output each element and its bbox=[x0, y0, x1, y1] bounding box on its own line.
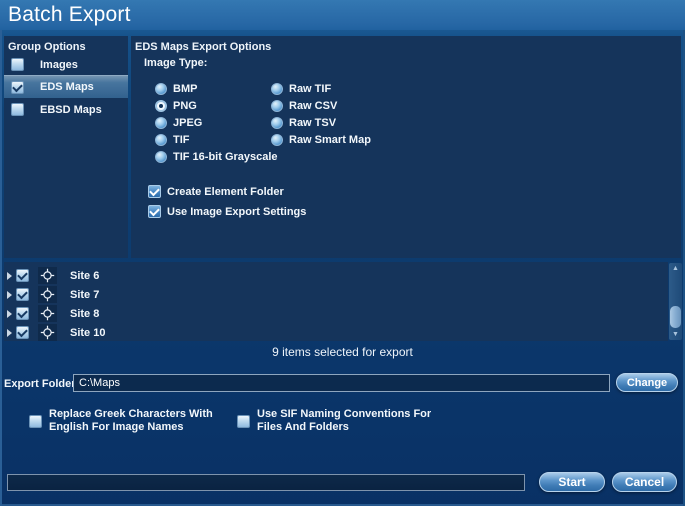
eds-maps-checkbox[interactable] bbox=[11, 81, 24, 94]
crosshair-icon bbox=[38, 267, 57, 284]
use-image-export-settings-option[interactable]: Use Image Export Settings bbox=[148, 205, 306, 218]
site-row-7[interactable]: Site 7 bbox=[4, 285, 668, 304]
site-label: Site 7 bbox=[70, 289, 99, 301]
expand-arrow-icon[interactable] bbox=[7, 291, 12, 299]
radio-option-tif16[interactable]: TIF 16-bit Grayscale bbox=[155, 150, 278, 164]
site-label: Site 10 bbox=[70, 327, 105, 339]
group-options-panel: Group Options Images EDS Maps EBSD Maps bbox=[4, 36, 128, 258]
radio-option-raw-tsv[interactable]: Raw TSV bbox=[271, 116, 336, 130]
png-radio[interactable] bbox=[155, 100, 167, 112]
jpeg-radio[interactable] bbox=[155, 117, 167, 129]
use-image-export-settings-checkbox[interactable] bbox=[148, 205, 161, 218]
crosshair-icon bbox=[38, 286, 57, 303]
cancel-button[interactable]: Cancel bbox=[612, 472, 677, 492]
radio-option-png[interactable]: PNG bbox=[155, 99, 197, 113]
group-item-ebsd-maps[interactable]: EBSD Maps bbox=[4, 98, 128, 121]
eds-export-options-panel: EDS Maps Export Options Image Type: BMP … bbox=[131, 36, 681, 258]
scroll-down-icon[interactable]: ▼ bbox=[669, 330, 682, 339]
radio-option-jpeg[interactable]: JPEG bbox=[155, 116, 202, 130]
raw-smart-map-radio[interactable] bbox=[271, 134, 283, 146]
radio-option-raw-smart-map[interactable]: Raw Smart Map bbox=[271, 133, 371, 147]
change-folder-button[interactable]: Change bbox=[616, 373, 678, 392]
group-item-label: EBSD Maps bbox=[40, 104, 102, 116]
raw-tsv-radio[interactable] bbox=[271, 117, 283, 129]
raw-csv-radio[interactable] bbox=[271, 100, 283, 112]
group-options-header: Group Options bbox=[8, 41, 86, 53]
image-type-label: Image Type: bbox=[144, 57, 207, 69]
radio-option-bmp[interactable]: BMP bbox=[155, 82, 197, 96]
radio-option-raw-tif[interactable]: Raw TIF bbox=[271, 82, 331, 96]
checkbox-label: Use Image Export Settings bbox=[167, 206, 306, 218]
radio-label: JPEG bbox=[173, 117, 202, 129]
radio-label: Raw CSV bbox=[289, 100, 337, 112]
scrollbar-thumb[interactable] bbox=[670, 306, 681, 328]
scroll-up-icon[interactable]: ▲ bbox=[669, 264, 682, 273]
radio-option-raw-csv[interactable]: Raw CSV bbox=[271, 99, 337, 113]
export-progress-bar bbox=[7, 474, 525, 491]
site-7-checkbox[interactable] bbox=[16, 288, 29, 301]
create-element-folder-checkbox[interactable] bbox=[148, 185, 161, 198]
tif16-radio[interactable] bbox=[155, 151, 167, 163]
radio-label: TIF 16-bit Grayscale bbox=[173, 151, 278, 163]
site-6-checkbox[interactable] bbox=[16, 269, 29, 282]
site-row-6[interactable]: Site 6 bbox=[4, 266, 668, 285]
replace-greek-characters-checkbox[interactable] bbox=[29, 415, 42, 428]
batch-export-dialog: Batch Export Group Options Images EDS Ma… bbox=[0, 0, 685, 506]
group-item-label: Images bbox=[40, 59, 78, 71]
site-list-scrollbar[interactable]: ▲ ▼ bbox=[669, 263, 682, 340]
group-item-eds-maps[interactable]: EDS Maps bbox=[4, 75, 128, 98]
site-8-checkbox[interactable] bbox=[16, 307, 29, 320]
crosshair-icon bbox=[38, 305, 57, 322]
ebsd-maps-checkbox[interactable] bbox=[11, 103, 24, 116]
group-item-label: EDS Maps bbox=[40, 81, 94, 93]
radio-label: BMP bbox=[173, 83, 197, 95]
expand-arrow-icon[interactable] bbox=[7, 329, 12, 337]
site-label: Site 6 bbox=[70, 270, 99, 282]
create-element-folder-option[interactable]: Create Element Folder bbox=[148, 185, 284, 198]
sif-naming-conventions-option[interactable]: Use SIF Naming Conventions For Files And… bbox=[237, 408, 431, 433]
export-folder-input[interactable] bbox=[73, 374, 610, 392]
group-item-images[interactable]: Images bbox=[4, 53, 128, 76]
checkbox-label: Replace Greek Characters With English Fo… bbox=[49, 408, 213, 433]
crosshair-icon bbox=[38, 324, 57, 341]
start-button[interactable]: Start bbox=[539, 472, 605, 492]
bmp-radio[interactable] bbox=[155, 83, 167, 95]
sif-naming-conventions-checkbox[interactable] bbox=[237, 415, 250, 428]
replace-greek-characters-option[interactable]: Replace Greek Characters With English Fo… bbox=[29, 408, 213, 433]
site-10-checkbox[interactable] bbox=[16, 326, 29, 339]
export-folder-label: Export Folder: bbox=[4, 378, 79, 390]
site-list: Site 6 Site 7 Site 8 Site 10 bbox=[4, 262, 668, 341]
dialog-title: Batch Export bbox=[8, 3, 131, 26]
radio-label: Raw TIF bbox=[289, 83, 331, 95]
expand-arrow-icon[interactable] bbox=[7, 272, 12, 280]
site-label: Site 8 bbox=[70, 308, 99, 320]
radio-label: Raw Smart Map bbox=[289, 134, 371, 146]
selection-status-text: 9 items selected for export bbox=[0, 345, 685, 359]
checkbox-label: Use SIF Naming Conventions For Files And… bbox=[257, 408, 431, 433]
checkbox-label: Create Element Folder bbox=[167, 186, 284, 198]
images-checkbox[interactable] bbox=[11, 58, 24, 71]
eds-options-header: EDS Maps Export Options bbox=[135, 41, 271, 53]
radio-label: Raw TSV bbox=[289, 117, 336, 129]
tif-radio[interactable] bbox=[155, 134, 167, 146]
raw-tif-radio[interactable] bbox=[271, 83, 283, 95]
title-bar: Batch Export bbox=[0, 0, 685, 30]
radio-option-tif[interactable]: TIF bbox=[155, 133, 190, 147]
site-row-10[interactable]: Site 10 bbox=[4, 323, 668, 342]
expand-arrow-icon[interactable] bbox=[7, 310, 12, 318]
radio-label: PNG bbox=[173, 100, 197, 112]
radio-label: TIF bbox=[173, 134, 190, 146]
site-row-8[interactable]: Site 8 bbox=[4, 304, 668, 323]
